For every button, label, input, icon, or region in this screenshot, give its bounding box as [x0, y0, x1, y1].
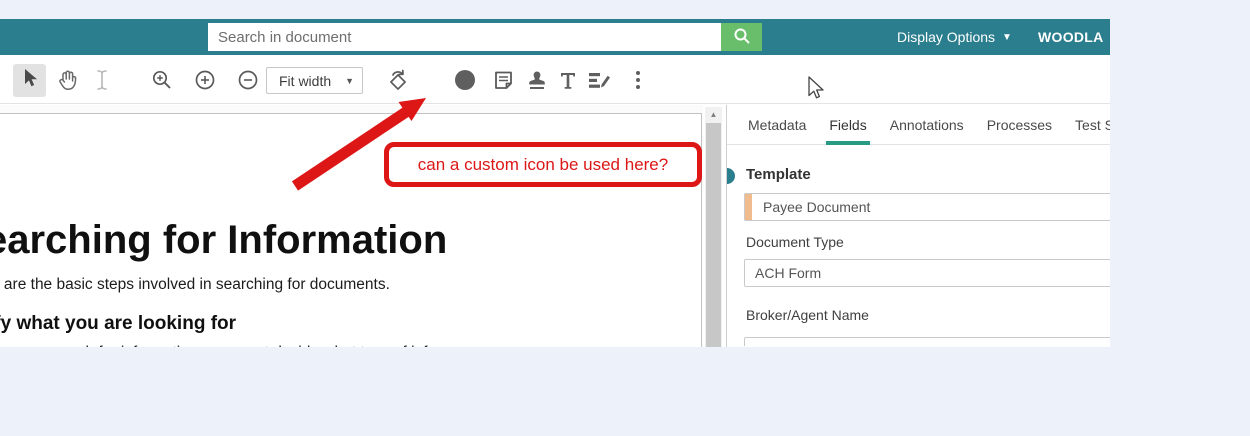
red-callout-box: can a custom icon be used here? [384, 142, 702, 187]
select-pointer-tool[interactable] [13, 64, 46, 97]
tab-test-site[interactable]: Test Site [1075, 105, 1110, 144]
broker-agent-name-input[interactable] [744, 337, 1110, 346]
search-icon [733, 27, 751, 48]
tab-processes[interactable]: Processes [987, 105, 1052, 144]
ibeam-icon [96, 69, 108, 91]
minus-circle-icon [237, 69, 259, 91]
template-name-input[interactable] [744, 193, 1110, 221]
document-subheading: ify what you are looking for [0, 313, 237, 334]
more-options-button[interactable] [626, 68, 650, 92]
redaction-tool[interactable] [588, 68, 612, 92]
display-options-label: Display Options [897, 29, 996, 45]
pointer-icon [21, 68, 39, 93]
rotate-icon [386, 68, 410, 92]
viewer-toolbar: Fit width ▼ [0, 55, 1110, 104]
zoom-out-button[interactable] [236, 68, 260, 92]
tab-fields[interactable]: Fields [826, 105, 871, 145]
text-annotation-tool[interactable] [556, 68, 580, 92]
plus-circle-icon [194, 69, 216, 91]
scroll-up-icon[interactable]: ▲ [705, 107, 722, 122]
search-in-document-input[interactable] [208, 23, 721, 51]
kebab-menu-icon [635, 69, 641, 91]
broker-agent-name-label: Broker/Agent Name [746, 307, 869, 323]
filled-circle-icon [454, 69, 476, 91]
document-heading: earching for Information [0, 218, 448, 262]
document-type-label: Document Type [746, 234, 844, 250]
text-T-icon [559, 70, 577, 90]
chevron-down-icon: ▼ [1002, 31, 1012, 43]
tab-metadata[interactable]: Metadata [748, 105, 806, 144]
fields-tab-content: Template Document Type Broker/Agent Name [727, 145, 1110, 346]
text-select-tool[interactable] [90, 68, 114, 92]
zoom-level-select[interactable]: Fit width ▼ [266, 67, 363, 94]
pan-hand-tool[interactable] [55, 68, 79, 92]
template-bullet-icon [727, 168, 735, 184]
zoom-level-value: Fit width [279, 72, 332, 89]
document-intro-line: e are the basic steps involved in search… [0, 276, 390, 293]
search-button[interactable] [721, 23, 762, 51]
hand-icon [57, 69, 78, 91]
scrollbar-thumb[interactable] [706, 123, 721, 347]
rotate-tool[interactable] [386, 68, 410, 92]
stamp-tool[interactable] [525, 68, 549, 92]
document-type-input[interactable] [744, 259, 1110, 287]
viewer-scrollbar[interactable]: ▲ [705, 107, 722, 347]
stamp-icon [527, 69, 547, 91]
redaction-icon [588, 70, 612, 90]
tab-annotations[interactable]: Annotations [890, 105, 964, 144]
document-partial-line: you can search for information, you must… [0, 344, 428, 347]
sticky-note-tool[interactable] [491, 68, 515, 92]
template-section-label: Template [746, 166, 811, 183]
zoom-region-tool[interactable] [150, 68, 174, 92]
display-options-menu[interactable]: Display Options ▼ [897, 19, 1012, 55]
red-callout-text: can a custom icon be used here? [417, 154, 669, 174]
app-header: Display Options ▼ WOODLA [0, 19, 1110, 55]
metadata-panel: Metadata Fields Annotations Processes Te… [726, 105, 1110, 347]
account-name[interactable]: WOODLA [1038, 19, 1104, 55]
zoom-in-button[interactable] [193, 68, 217, 92]
magnifier-plus-icon [151, 69, 173, 91]
ellipse-annotation-tool[interactable] [453, 68, 477, 92]
note-icon [493, 70, 514, 91]
panel-tabs: Metadata Fields Annotations Processes Te… [727, 105, 1110, 145]
select-caret-icon: ▼ [345, 75, 354, 86]
